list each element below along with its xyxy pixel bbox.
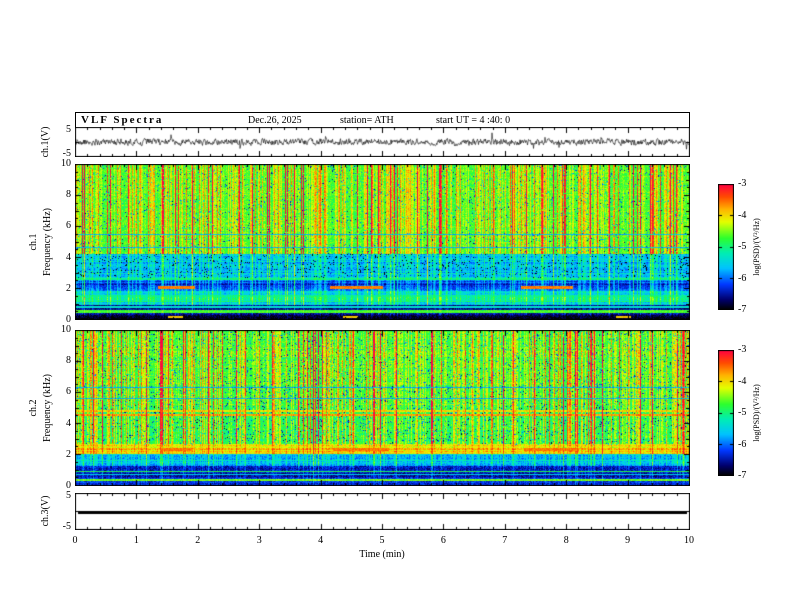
ch2-spec-y-tick-label: 10 — [61, 324, 71, 335]
ch2-spec-y-tick-label: 8 — [66, 355, 71, 367]
x-axis-label: Time (min) — [359, 549, 405, 560]
colorbar2-label: log(PSD)/(V²/Hz) — [752, 384, 761, 442]
ch3-wave-ymin-label: -5 — [62, 521, 71, 532]
x-tick-label: 8 — [563, 535, 569, 546]
colorbar2-tick-label: -7 — [738, 470, 747, 481]
ch2-spec-ylabel-channel: ch.2 — [28, 399, 39, 417]
x-tick-label: 5 — [379, 535, 385, 546]
ch2-spectrogram-canvas — [75, 330, 690, 486]
x-tick-label: 9 — [625, 535, 631, 546]
ch1-waveform-canvas — [75, 127, 690, 157]
colorbar1-tick-label: -5 — [738, 241, 747, 252]
x-tick-label: 10 — [684, 535, 694, 546]
x-tick-label: 4 — [318, 535, 324, 546]
x-tick-label: 0 — [72, 535, 78, 546]
colorbar2-tick-label: -4 — [738, 375, 747, 387]
vlf-spectra-figure: VLF Spectra Dec.26, 2025 station= ATH st… — [0, 0, 792, 612]
plot-title: VLF Spectra — [81, 114, 164, 126]
ch2-spec-y-tick-label: 6 — [66, 386, 71, 398]
colorbar2-tick-label: -6 — [738, 438, 747, 450]
ch3-wave-ymax-label: 5 — [66, 490, 71, 501]
ch1-spectrogram-canvas — [75, 164, 690, 320]
ch1-spec-y-tick-label: 4 — [66, 251, 71, 263]
date-label: Dec.26, 2025 — [248, 115, 302, 126]
colorbar2-tick-label: -5 — [738, 407, 747, 418]
colorbar1-tick-label: -4 — [738, 209, 747, 221]
station-label: station= ATH — [340, 115, 394, 126]
header: VLF Spectra Dec.26, 2025 station= ATH st… — [75, 112, 690, 127]
colorbar2-tick-label: -3 — [738, 344, 747, 355]
ch1-wave-ymax-label: 5 — [66, 124, 71, 135]
ch1-spec-ylabel-frequency: Frequency (kHz) — [42, 207, 53, 277]
colorbar1-tick-label: -6 — [738, 272, 747, 284]
ch1-spec-y-tick-label: 2 — [66, 282, 71, 294]
ch1-spec-y-tick-label: 8 — [66, 189, 71, 201]
x-tick-label: 6 — [440, 535, 446, 546]
colorbar1-label: log(PSD)/(V²/Hz) — [752, 218, 761, 276]
colorbar1-tick-label: -3 — [738, 178, 747, 189]
x-tick-label: 3 — [256, 535, 262, 546]
ch2-spec-ylabel-frequency: Frequency (kHz) — [42, 373, 53, 443]
ch1-spec-y-tick-label: 10 — [61, 158, 71, 169]
colorbar-ch1 — [718, 184, 734, 310]
ch2-spec-y-tick-label: 4 — [66, 417, 71, 429]
ch1-spec-ylabel-channel: ch.1 — [28, 233, 39, 251]
ch2-spec-y-tick-label: 2 — [66, 448, 71, 460]
start-ut-label: start UT = 4 :40: 0 — [436, 115, 511, 126]
colorbar-ch2 — [718, 350, 734, 476]
ch1-spec-y-tick-label: 6 — [66, 220, 71, 232]
ch3-waveform-canvas — [75, 493, 690, 530]
x-tick-label: 7 — [502, 535, 508, 546]
colorbar1-tick-label: -7 — [738, 304, 747, 315]
ch1-wave-ymin-label: -5 — [62, 148, 71, 159]
x-tick-label: 2 — [195, 535, 201, 546]
x-tick-label: 1 — [133, 535, 139, 546]
